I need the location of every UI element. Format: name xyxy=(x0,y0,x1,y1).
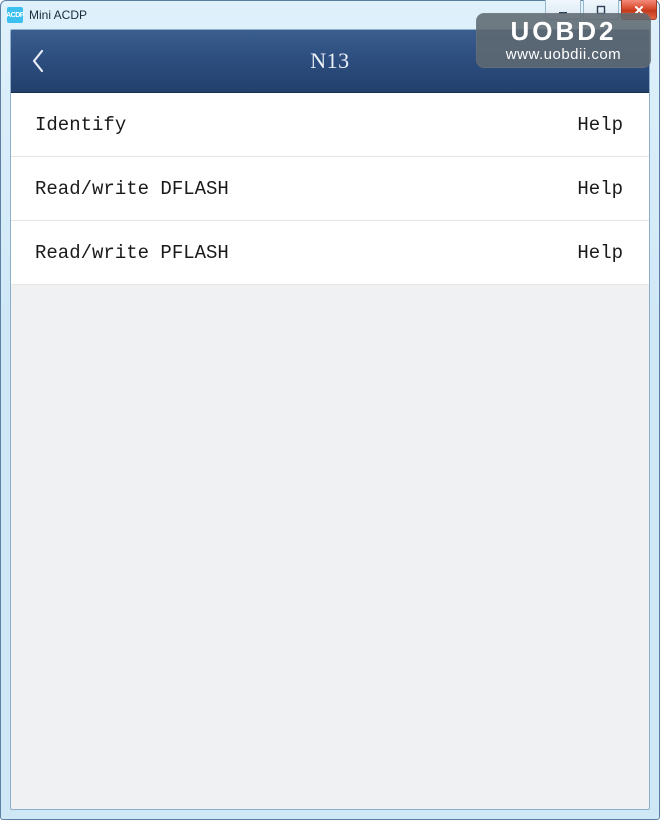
app-window: ACDP Mini ACDP UOBD2 www.uobdii.com N13 xyxy=(0,0,660,820)
app-icon: ACDP xyxy=(7,7,23,23)
page-title: N13 xyxy=(11,48,649,74)
maximize-icon xyxy=(595,4,607,16)
back-button[interactable] xyxy=(11,30,67,92)
close-button[interactable] xyxy=(621,0,657,20)
app-navbar: N13 xyxy=(11,30,649,93)
list-item-label: Read/write DFLASH xyxy=(35,178,229,200)
minimize-button[interactable] xyxy=(545,0,581,20)
close-icon xyxy=(633,4,645,16)
menu-list: Identify Help Read/write DFLASH Help Rea… xyxy=(11,93,649,285)
window-titlebar: ACDP Mini ACDP xyxy=(1,1,659,29)
help-link[interactable]: Help xyxy=(577,114,623,136)
chevron-left-icon xyxy=(30,47,48,75)
minimize-icon xyxy=(557,4,569,16)
list-item[interactable]: Identify Help xyxy=(11,93,649,157)
help-link[interactable]: Help xyxy=(577,178,623,200)
list-item-label: Identify xyxy=(35,114,126,136)
list-item[interactable]: Read/write DFLASH Help xyxy=(11,157,649,221)
app-stage: N13 Identify Help Read/write DFLASH Help… xyxy=(10,29,650,810)
window-controls xyxy=(545,0,657,20)
list-item-label: Read/write PFLASH xyxy=(35,242,229,264)
help-link[interactable]: Help xyxy=(577,242,623,264)
maximize-button[interactable] xyxy=(583,0,619,20)
list-item[interactable]: Read/write PFLASH Help xyxy=(11,221,649,285)
window-title: Mini ACDP xyxy=(29,8,87,22)
